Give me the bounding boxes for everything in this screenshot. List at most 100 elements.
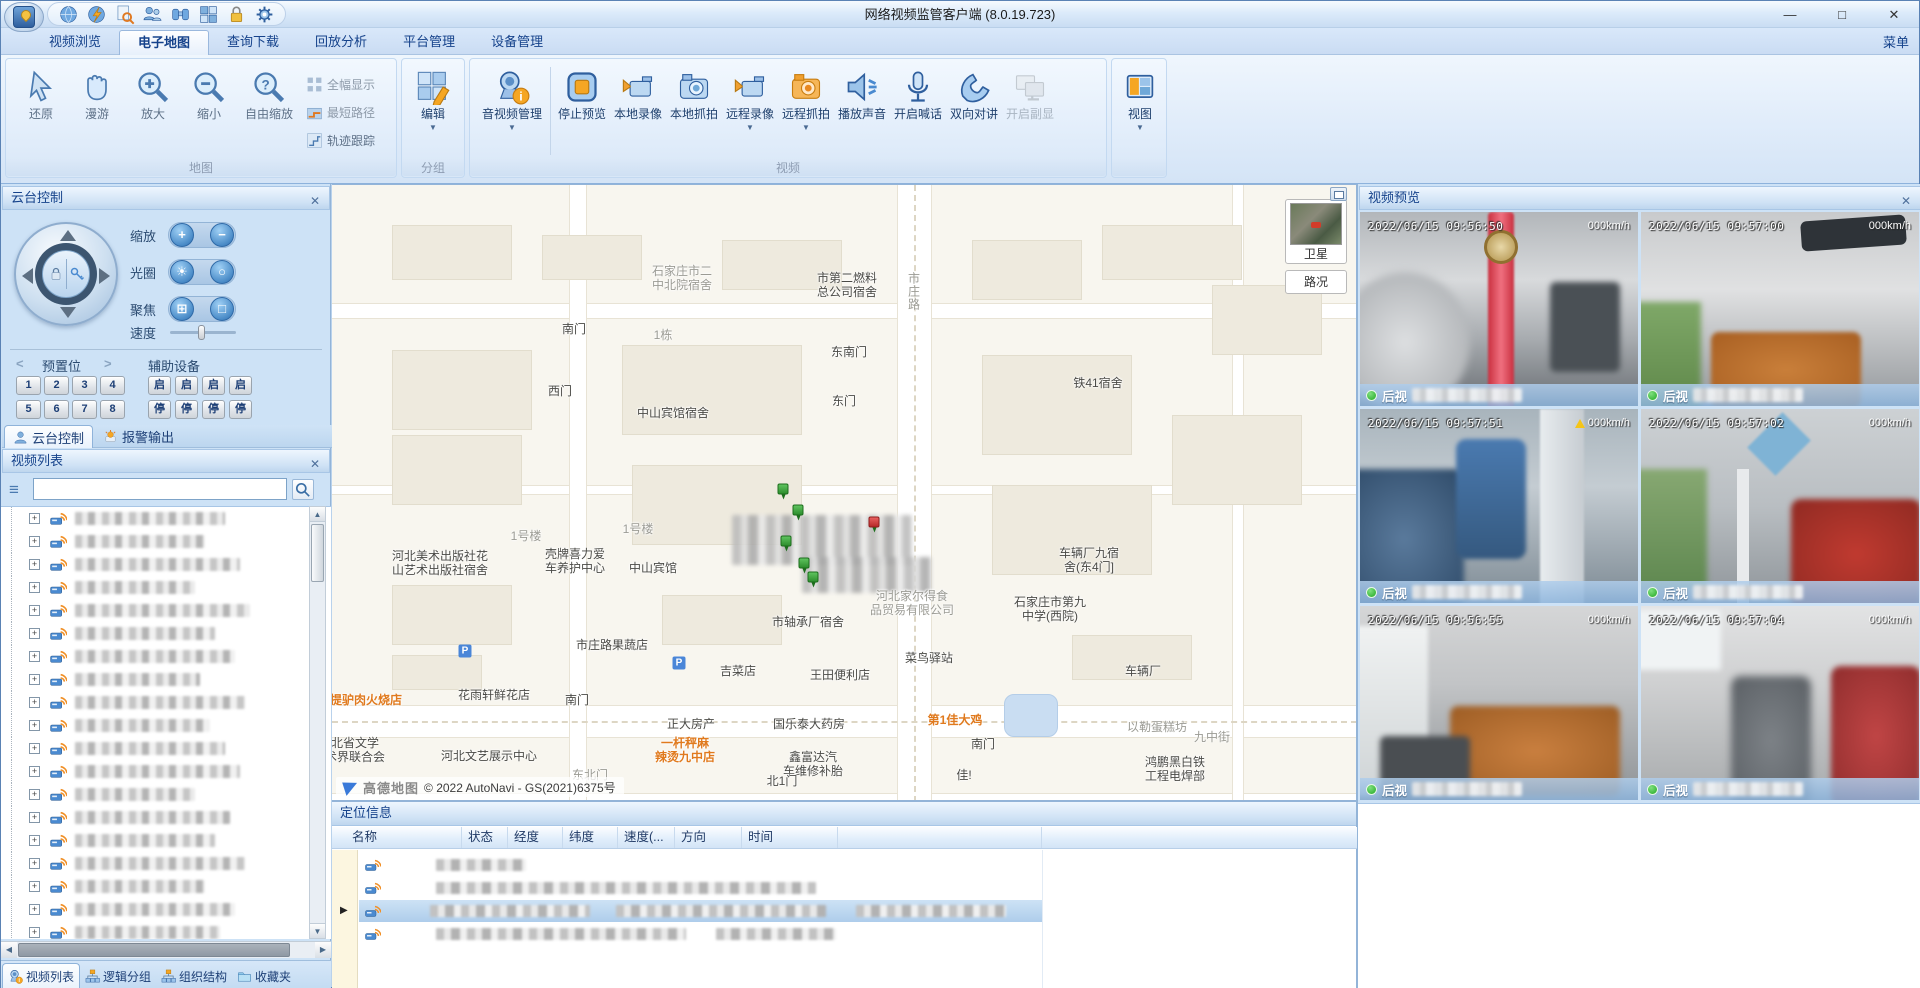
expand-icon[interactable]: + xyxy=(29,720,40,731)
tree-item[interactable]: + xyxy=(1,806,331,829)
tree-item[interactable]: + xyxy=(1,898,331,921)
ptz-left-icon[interactable] xyxy=(22,268,33,284)
vehicle-marker-red[interactable] xyxy=(869,517,880,528)
preset-prev-button[interactable]: < xyxy=(16,356,24,371)
expand-icon[interactable]: + xyxy=(29,835,40,846)
tree-item[interactable]: + xyxy=(1,714,331,737)
expand-icon[interactable]: + xyxy=(29,651,40,662)
tab-回放分析[interactable]: 回放分析 xyxy=(297,30,385,55)
缩放-plus-button[interactable]: + xyxy=(170,223,194,247)
ribbon-button-放大[interactable]: 放大 xyxy=(126,65,180,159)
tree-item[interactable]: + xyxy=(1,668,331,691)
scrollbar-thumb[interactable] xyxy=(311,524,324,582)
tree-item[interactable]: + xyxy=(1,737,331,760)
tab-云台控制[interactable]: 云台控制 xyxy=(4,425,93,448)
光圈-minus-button[interactable]: ○ xyxy=(210,260,234,284)
aux-off-button-2[interactable]: 停 xyxy=(175,400,198,419)
tab-设备管理[interactable]: 设备管理 xyxy=(473,30,561,55)
scroll-down-icon[interactable]: ▼ xyxy=(310,923,325,938)
scroll-right-icon[interactable]: ▶ xyxy=(315,942,331,958)
ribbon-button-音视频管理[interactable]: i音视频管理▼ xyxy=(474,65,550,159)
tree-item[interactable]: + xyxy=(1,576,331,599)
horizontal-scrollbar[interactable]: ◀ ▶ xyxy=(1,941,331,958)
expand-icon[interactable]: + xyxy=(29,697,40,708)
close-icon[interactable]: ✕ xyxy=(1898,190,1914,212)
locate-row[interactable]: ▶ xyxy=(332,900,1357,922)
map-canvas[interactable]: 石家庄市二 中北院宿舍市第二燃料 总公司宿舍市 庄 路南门1栋东南门铁41宿舍西… xyxy=(332,184,1357,801)
video-thumbnail[interactable]: 2022/06/15 09:57:51000km/h后视 xyxy=(1360,409,1638,603)
search-input[interactable] xyxy=(33,478,287,500)
expand-icon[interactable]: + xyxy=(29,536,40,547)
locate-row[interactable] xyxy=(332,877,1357,899)
tree-item[interactable]: + xyxy=(1,645,331,668)
vehicle-marker-green[interactable] xyxy=(778,484,789,495)
ribbon-button-轨迹跟踪[interactable]: 轨迹跟踪 xyxy=(306,127,398,153)
speed-slider[interactable] xyxy=(170,331,236,334)
aux-off-button-4[interactable]: 停 xyxy=(229,400,252,419)
vehicle-marker-green[interactable] xyxy=(808,572,819,583)
聚焦-minus-button[interactable]: □ xyxy=(210,297,234,321)
slider-thumb[interactable] xyxy=(198,325,205,340)
maximize-button[interactable]: □ xyxy=(1823,5,1861,25)
column-header-状态[interactable]: 状态 xyxy=(462,827,508,848)
expand-icon[interactable]: + xyxy=(29,927,40,938)
ptz-center[interactable] xyxy=(42,250,90,298)
app-menu-button[interactable] xyxy=(4,2,44,32)
tab-视频浏览[interactable]: 视频浏览 xyxy=(31,30,119,55)
聚焦-plus-button[interactable]: ⊞ xyxy=(170,297,194,321)
tree-item[interactable]: + xyxy=(1,553,331,576)
satellite-layer-button[interactable]: 卫星 xyxy=(1285,199,1347,264)
menu-button[interactable]: 菜单 xyxy=(1883,32,1909,51)
expand-icon[interactable]: + xyxy=(29,858,40,869)
tree-item[interactable]: + xyxy=(1,921,331,939)
expand-icon[interactable]: + xyxy=(29,605,40,616)
ribbon-button-停止预览[interactable]: 停止预览 xyxy=(554,65,610,159)
ptz-up-icon[interactable] xyxy=(60,230,76,241)
tab-视频列表[interactable]: i视频列表 xyxy=(2,963,80,988)
locate-row[interactable] xyxy=(332,923,1357,945)
expand-icon[interactable]: + xyxy=(29,881,40,892)
tree-item[interactable]: + xyxy=(1,783,331,806)
tab-电子地图[interactable]: 电子地图 xyxy=(119,30,209,55)
tree-item[interactable]: + xyxy=(1,507,331,530)
ptz-joystick[interactable] xyxy=(14,222,118,326)
locate-row[interactable] xyxy=(332,854,1357,876)
ribbon-button-缩小[interactable]: 缩小 xyxy=(182,65,236,159)
ribbon-button-还原[interactable]: 还原 xyxy=(14,65,68,159)
ribbon-button-视图[interactable]: 视图▼ xyxy=(1114,65,1166,159)
preset-button-7[interactable]: 7 xyxy=(72,400,97,419)
column-header-时间[interactable]: 时间 xyxy=(742,827,838,848)
expand-icon[interactable]: + xyxy=(29,582,40,593)
column-header-名称[interactable]: 名称 xyxy=(332,827,462,848)
expand-icon[interactable]: + xyxy=(29,513,40,524)
expand-icon[interactable]: + xyxy=(29,904,40,915)
preset-button-6[interactable]: 6 xyxy=(44,400,69,419)
ptz-right-icon[interactable] xyxy=(99,268,110,284)
缩放-minus-button[interactable]: − xyxy=(210,223,234,247)
ribbon-button-最短路径[interactable]: 最短路径 xyxy=(306,99,398,125)
minimize-button[interactable]: — xyxy=(1771,5,1809,25)
preset-button-1[interactable]: 1 xyxy=(16,376,41,395)
tree-item[interactable]: + xyxy=(1,760,331,783)
column-header-纬度[interactable]: 纬度 xyxy=(563,827,618,848)
ribbon-button-远程录像[interactable]: 远程录像▼ xyxy=(722,65,778,159)
column-header-方向[interactable]: 方向 xyxy=(675,827,742,848)
aux-off-button-1[interactable]: 停 xyxy=(148,400,171,419)
tab-收藏夹[interactable]: 收藏夹 xyxy=(232,963,296,988)
ribbon-button-双向对讲[interactable]: 双向对讲 xyxy=(946,65,1002,159)
ribbon-button-远程抓拍[interactable]: 远程抓拍▼ xyxy=(778,65,834,159)
preset-button-4[interactable]: 4 xyxy=(100,376,125,395)
ribbon-button-开启喊话[interactable]: 开启喊话 xyxy=(890,65,946,159)
expand-icon[interactable]: + xyxy=(29,812,40,823)
tree-item[interactable]: + xyxy=(1,599,331,622)
tab-平台管理[interactable]: 平台管理 xyxy=(385,30,473,55)
tab-逻辑分组[interactable]: 逻辑分组 xyxy=(80,963,156,988)
preset-button-3[interactable]: 3 xyxy=(72,376,97,395)
vertical-scrollbar[interactable]: ▲ ▼ xyxy=(309,506,326,939)
expand-icon[interactable]: + xyxy=(29,559,40,570)
tree-item[interactable]: + xyxy=(1,530,331,553)
ptz-down-icon[interactable] xyxy=(60,307,76,318)
tab-组织结构[interactable]: 组织结构 xyxy=(156,963,232,988)
tree-item[interactable]: + xyxy=(1,829,331,852)
video-thumbnail[interactable]: 2022/06/15 09:57:00000km/h后视 xyxy=(1641,212,1919,406)
